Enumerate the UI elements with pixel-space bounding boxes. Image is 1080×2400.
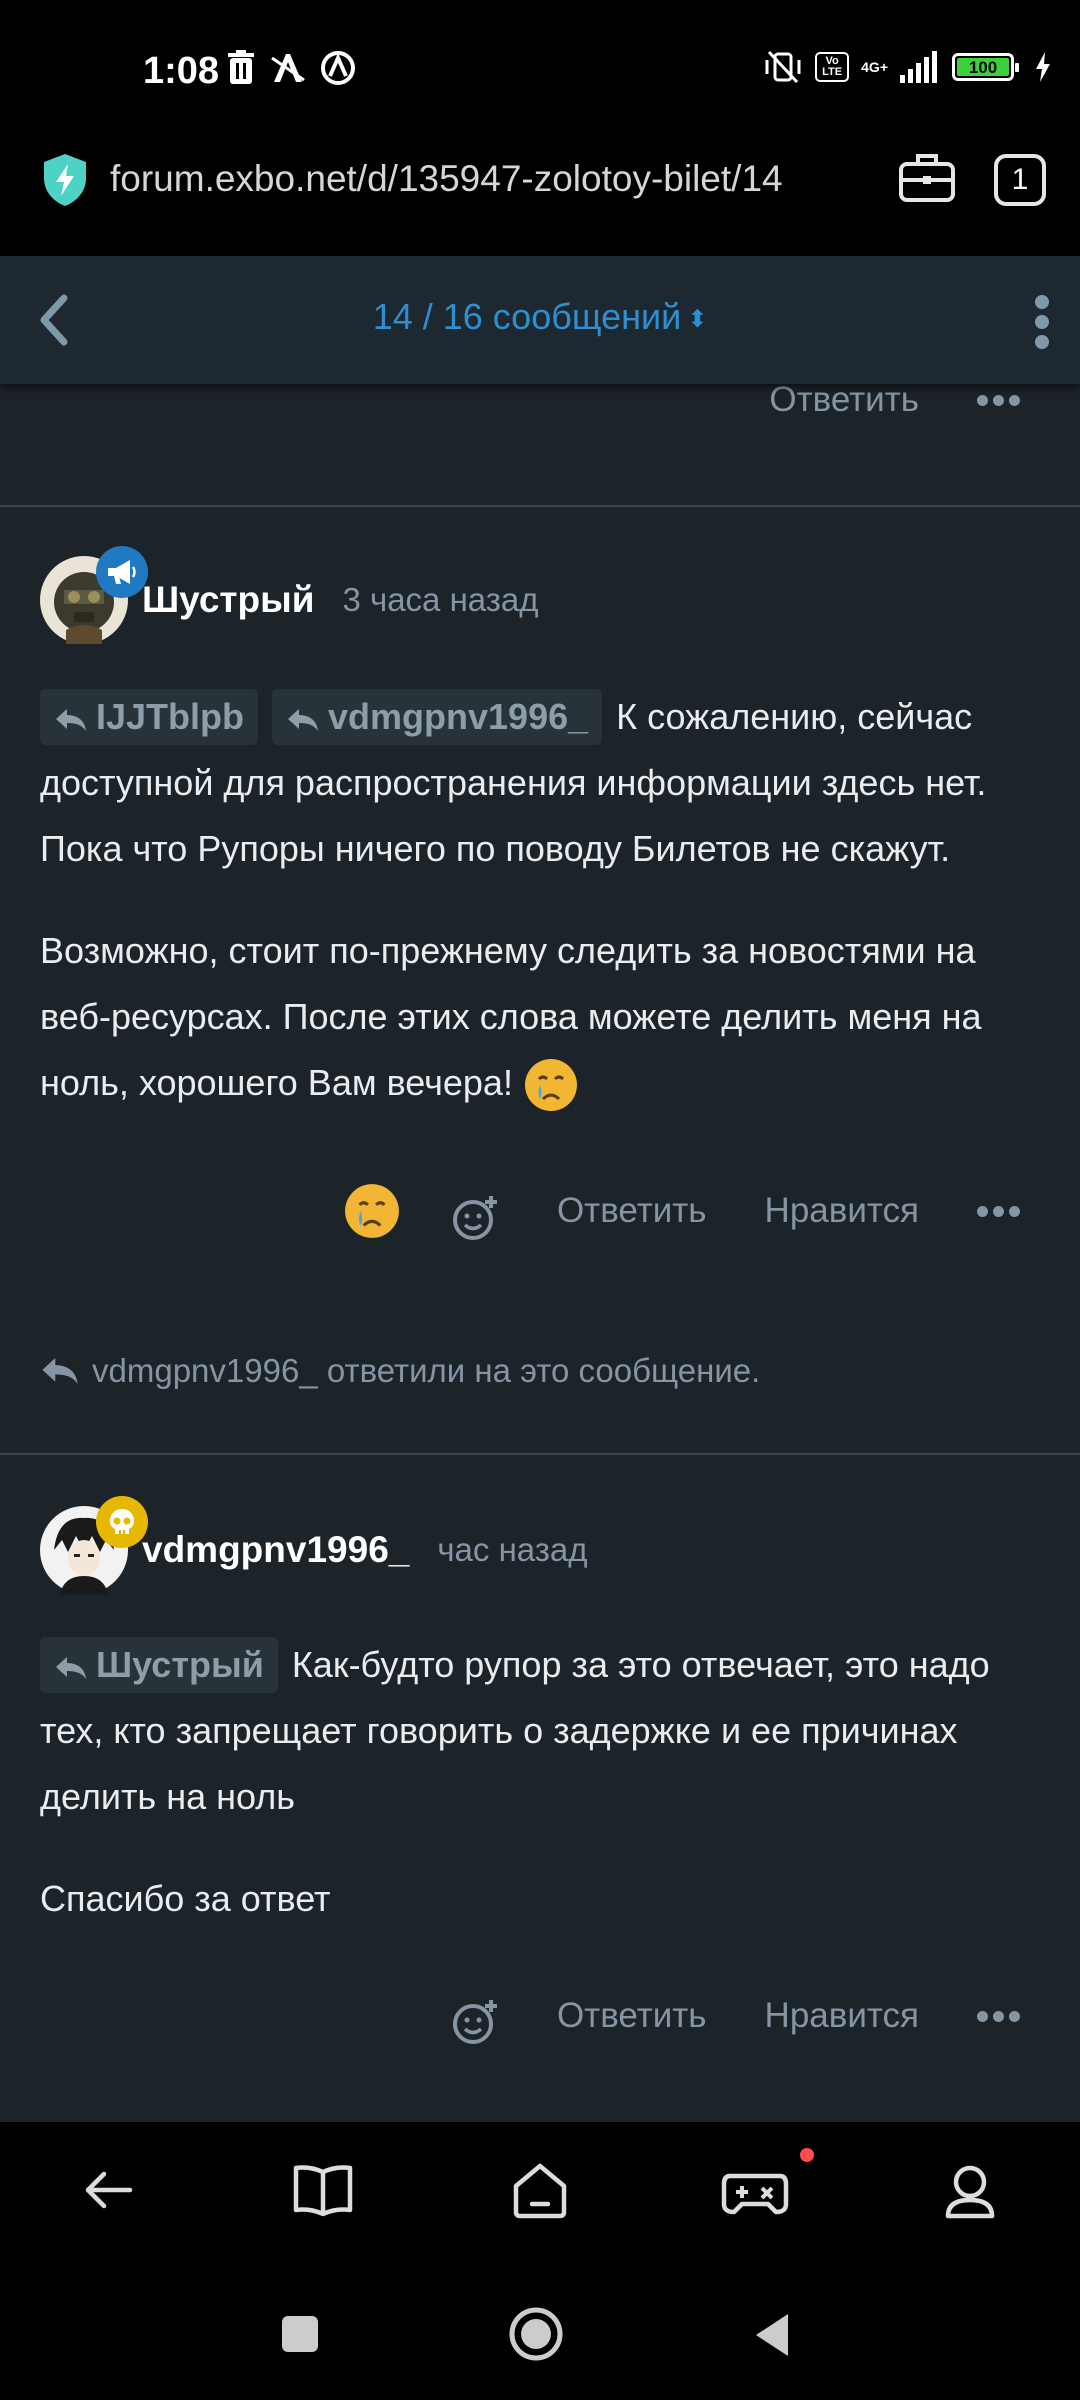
charging-icon (1036, 52, 1050, 82)
reading-book-icon[interactable] (292, 2162, 354, 2218)
post-paragraph: Шустрый Как-будто рупор за это отвечает, … (40, 1632, 1050, 1830)
reply-arrow-icon (56, 709, 86, 731)
reply-mention[interactable]: Шустрый (40, 1637, 278, 1693)
volte-icon: Vo LTE (815, 52, 850, 82)
more-icon[interactable] (977, 1205, 1020, 1217)
crying-face-emoji-icon (524, 1059, 577, 1112)
reply-mention[interactable]: vdmgpnv1996_ (272, 689, 603, 745)
post-counter-label: 14 / 16 сообщений (372, 296, 682, 337)
home-icon[interactable] (510, 2162, 570, 2220)
like-button[interactable]: Нравится (765, 1191, 919, 1231)
add-reaction-icon[interactable] (451, 1194, 499, 1242)
replies-note-text: vdmgpnv1996_ ответили на это сообщение. (92, 1352, 761, 1389)
avatar[interactable] (40, 1496, 148, 1594)
network-type: 4G+ (861, 59, 888, 75)
more-icon[interactable] (977, 394, 1020, 406)
post-counter-dropdown[interactable]: 14 / 16 сообщений ⬍ (0, 296, 1080, 338)
app-notification-icon (271, 54, 305, 82)
recents-square-icon[interactable] (280, 2314, 320, 2354)
battery-level: 100 (957, 58, 1009, 77)
home-circle-icon[interactable] (508, 2306, 564, 2362)
skull-icon (110, 1509, 134, 1534)
sort-caret-icon: ⬍ (687, 305, 708, 333)
system-nav-bar (0, 2270, 1080, 2400)
reply-mention[interactable]: IJJTblpb (40, 689, 259, 745)
status-bar: 1:08 Vo LTE 4G+ 100 (0, 0, 1080, 130)
skull-badge (96, 1496, 148, 1548)
post-divider (0, 1453, 1080, 1455)
app-notification-icon-2 (321, 51, 355, 85)
battery-icon: 100 (952, 53, 1019, 81)
tab-count-button[interactable]: 1 (994, 154, 1046, 206)
reply-button[interactable]: Ответить (769, 380, 919, 420)
post-paragraph: Возможно, стоит по-прежнему следить за н… (40, 918, 1050, 1116)
post-paragraph: IJJTblpb vdmgpnv1996_ К сожалению, сейчас … (40, 684, 1050, 882)
post-actions: Ответить Нравится (343, 1180, 1020, 1242)
status-time: 1:08 (143, 50, 220, 92)
signal-icon (900, 51, 937, 83)
post-author[interactable]: vdmgpnv1996_ (142, 1529, 409, 1571)
post-text: Возможно, стоит по-прежнему следить за н… (40, 930, 982, 1103)
post-header: Шустрый 3 часа назад (40, 546, 539, 644)
prev-post-actions: Ответить (769, 380, 1020, 420)
forum-page: 14 / 16 сообщений ⬍ Ответить Шустрый 3 ча… (0, 256, 1080, 2122)
profile-icon[interactable] (942, 2162, 998, 2220)
post-body: IJJTblpb vdmgpnv1996_ К сожалению, сейчас … (40, 684, 1050, 1152)
like-button[interactable]: Нравится (765, 1996, 919, 2036)
post-time[interactable]: 3 часа назад (342, 581, 538, 619)
mention-name: Шустрый (96, 1644, 264, 1685)
reply-arrow-icon (42, 1358, 78, 1384)
megaphone-icon (108, 560, 136, 584)
post-header: vdmgpnv1996_ час назад (40, 1496, 588, 1594)
mention-name: IJJTblpb (96, 696, 245, 737)
post-actions: Ответить Нравится (451, 1986, 1020, 2046)
replies-note[interactable]: vdmgpnv1996_ ответили на это сообщение. (40, 1352, 760, 1390)
reply-arrow-icon (288, 709, 319, 731)
more-vertical-icon[interactable] (1032, 294, 1052, 350)
shield-lightning-icon[interactable] (40, 152, 90, 208)
more-icon[interactable] (977, 2010, 1020, 2022)
vibrate-off-icon (765, 50, 801, 84)
briefcase-icon[interactable] (898, 150, 956, 204)
post-author[interactable]: Шустрый (142, 579, 314, 621)
back-triangle-icon[interactable] (752, 2312, 792, 2358)
gamepad-icon[interactable] (720, 2162, 790, 2218)
post-divider (0, 505, 1080, 507)
post-body: Шустрый Как-будто рупор за это отвечает, … (40, 1632, 1050, 1968)
reply-button[interactable]: Ответить (557, 1996, 707, 2036)
crying-face-reaction-icon[interactable] (343, 1182, 401, 1240)
post-paragraph: Спасибо за ответ (40, 1866, 1050, 1932)
mention-name: vdmgpnv1996_ (328, 696, 589, 737)
browser-bottom-nav (0, 2122, 1080, 2270)
post-text: Спасибо за ответ (40, 1878, 331, 1919)
trash-icon (228, 50, 254, 84)
add-reaction-icon[interactable] (451, 1998, 499, 2046)
reply-button[interactable]: Ответить (557, 1191, 707, 1231)
avatar[interactable] (40, 546, 148, 644)
discussion-nav: 14 / 16 сообщений ⬍ (0, 256, 1080, 384)
post-time[interactable]: час назад (437, 1531, 587, 1569)
back-arrow-icon[interactable] (80, 2162, 136, 2218)
browser-url-bar[interactable]: forum.exbo.net/d/135947-zolotoy-bilet/14… (0, 130, 1080, 256)
announcer-badge (96, 546, 148, 598)
url-text[interactable]: forum.exbo.net/d/135947-zolotoy-bilet/14 (110, 158, 783, 200)
notification-dot (800, 2148, 814, 2162)
reply-arrow-icon (56, 1657, 86, 1679)
